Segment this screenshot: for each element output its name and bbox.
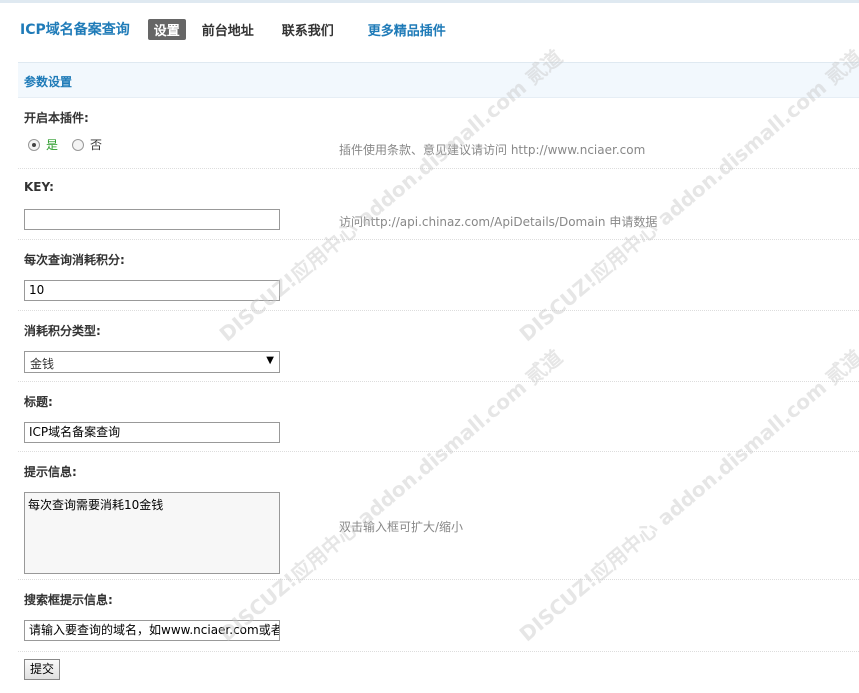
- hint-textarea[interactable]: 每次查询需要消耗10金钱: [24, 492, 280, 574]
- radio-yes-label[interactable]: 是: [46, 136, 58, 153]
- row-heading: 标题: ICP域名备案查询: [18, 382, 859, 452]
- key-label: KEY:: [24, 180, 54, 194]
- hint-label: 提示信息:: [24, 465, 77, 479]
- row-cost-type: 消耗积分类型: 金钱 ▼: [18, 311, 859, 382]
- enable-plugin-tip: 插件使用条款、意见建议请访问 http://www.nciaer.com: [339, 143, 646, 157]
- row-search-hint: 搜索框提示信息: 请输入要查询的域名，如www.nciaer.com或者: [18, 580, 859, 652]
- row-enable-plugin: 开启本插件: 是 否 插件使用条款、意见建议请访问 http://www.nci…: [18, 98, 859, 169]
- section-header: 参数设置: [18, 62, 859, 98]
- enable-radio-group: 是 否: [28, 136, 102, 153]
- row-hint: 提示信息: 每次查询需要消耗10金钱 双击输入框可扩大/缩小: [18, 452, 859, 580]
- cost-input[interactable]: 10: [24, 280, 280, 301]
- radio-no-label[interactable]: 否: [90, 136, 102, 153]
- search-hint-label: 搜索框提示信息:: [24, 593, 113, 607]
- submit-button[interactable]: 提交: [24, 659, 60, 680]
- row-key: KEY: 访问http://api.chinaz.com/ApiDetails/…: [18, 169, 859, 240]
- plugin-title: ICP域名备案查询: [20, 22, 130, 38]
- top-border: [0, 0, 859, 3]
- tab-frontend-url[interactable]: 前台地址: [196, 19, 260, 40]
- row-cost: 每次查询消耗积分: 10: [18, 240, 859, 311]
- hint-tip: 双击输入框可扩大/缩小: [339, 520, 464, 534]
- key-input[interactable]: [24, 209, 280, 230]
- key-tip: 访问http://api.chinaz.com/ApiDetails/Domai…: [339, 215, 658, 229]
- dropdown-arrow-icon: ▼: [266, 355, 274, 366]
- cost-type-label: 消耗积分类型:: [24, 324, 101, 338]
- cost-type-value: 金钱: [30, 357, 55, 371]
- search-hint-input[interactable]: 请输入要查询的域名，如www.nciaer.com或者: [24, 620, 280, 641]
- heading-input[interactable]: ICP域名备案查询: [24, 422, 280, 443]
- tab-contact-us[interactable]: 联系我们: [276, 19, 340, 40]
- cost-type-select[interactable]: 金钱 ▼: [24, 351, 280, 373]
- cost-label: 每次查询消耗积分:: [24, 253, 125, 267]
- radio-no[interactable]: [72, 138, 85, 151]
- enable-plugin-label: 开启本插件:: [24, 111, 89, 125]
- top-nav: ICP域名备案查询 设置 前台地址 联系我们 更多精品插件: [20, 18, 468, 40]
- section-title: 参数设置: [24, 75, 73, 89]
- heading-label: 标题:: [24, 395, 53, 409]
- tab-settings[interactable]: 设置: [147, 18, 186, 40]
- radio-yes[interactable]: [28, 138, 40, 151]
- more-plugins-link[interactable]: 更多精品插件: [362, 19, 452, 40]
